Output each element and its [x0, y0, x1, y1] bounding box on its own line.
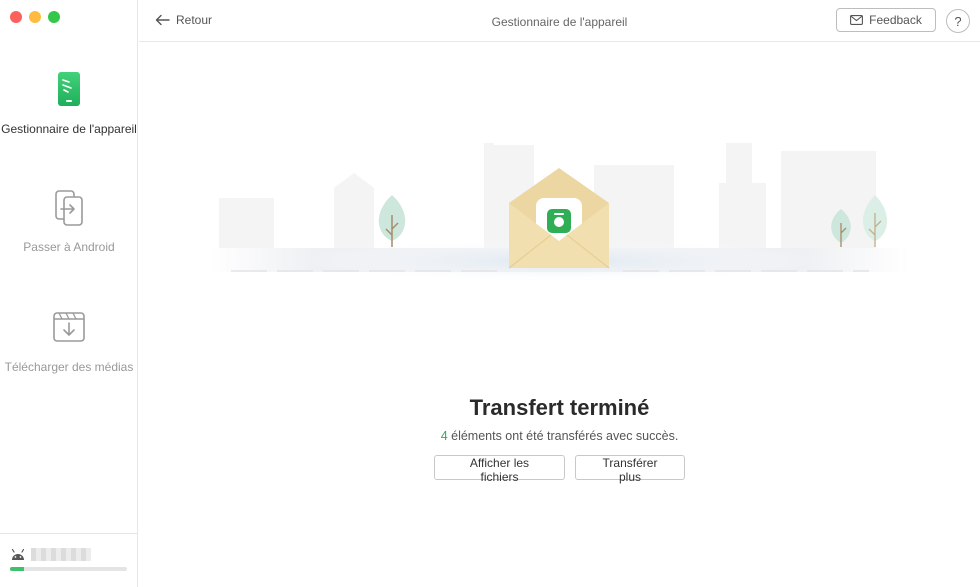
device-name-redacted: [31, 548, 91, 561]
android-icon: [11, 548, 25, 560]
top-bar: Retour Gestionnaire de l'appareil Feedba…: [139, 0, 980, 42]
download-media-icon: [53, 312, 85, 342]
close-window-button[interactable]: [10, 11, 22, 23]
sidebar-item-label: Passer à Android: [23, 240, 115, 254]
sidebar-item-device-manager[interactable]: Gestionnaire de l'appareil: [0, 70, 138, 136]
mail-icon: [850, 15, 864, 25]
storage-bar: [10, 567, 127, 571]
transfer-complete-title: Transfert terminé: [469, 395, 650, 420]
transfer-complete-subtitle: 4 éléments ont été transférés avec succè…: [139, 429, 980, 443]
sidebar: Gestionnaire de l'appareil Passer à Andr…: [0, 0, 138, 587]
transferred-message: éléments ont été transférés avec succès.: [447, 429, 679, 443]
sidebar-item-download-media[interactable]: Télécharger des médias: [0, 308, 138, 374]
transfer-more-button[interactable]: Transférer plus: [575, 455, 685, 484]
maximize-window-button[interactable]: [48, 11, 60, 23]
main-content: Transfert terminé 4 éléments ont été tra…: [139, 43, 980, 587]
storage-bar-fill: [10, 567, 25, 571]
sidebar-item-switch-to-android[interactable]: Passer à Android: [0, 188, 138, 254]
sidebar-item-label: Télécharger des médias: [4, 360, 134, 374]
feedback-button[interactable]: Feedback: [836, 8, 936, 32]
transferred-count: 4: [440, 429, 448, 443]
help-button[interactable]: ?: [946, 9, 970, 33]
transfer-to-android-icon: [55, 190, 83, 226]
show-files-button[interactable]: Afficher les fichiers: [434, 455, 565, 484]
window-controls: [10, 11, 60, 23]
transfer-complete-illustration: [209, 143, 909, 283]
feedback-label: Feedback: [869, 13, 922, 27]
phone-manager-icon: [58, 72, 80, 106]
sidebar-item-label: Gestionnaire de l'appareil: [1, 122, 137, 136]
minimize-window-button[interactable]: [29, 11, 41, 23]
action-buttons: Afficher les fichiers Transférer plus: [139, 455, 980, 484]
connected-device[interactable]: [0, 533, 138, 587]
